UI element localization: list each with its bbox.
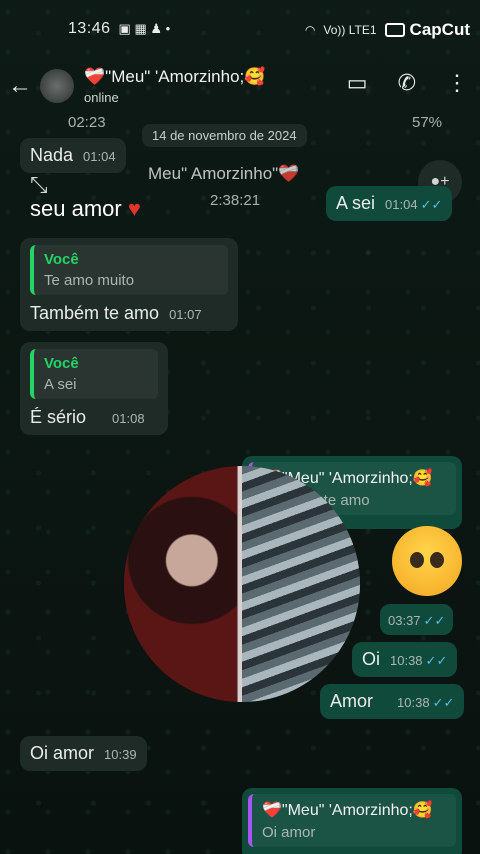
phone-icon[interactable]: ✆ [398,70,416,96]
status-time: 13:46 [68,20,111,37]
contact-status: online [84,90,119,105]
date-separator: 14 de novembro de 2024 [142,124,307,147]
double-check-icon: ✓✓ [423,613,446,628]
message-outgoing[interactable]: A sei 01:04 ✓✓ [326,186,453,221]
video-call-icon[interactable]: ▭ [347,70,368,96]
message-incoming[interactable]: Nada 01:04 [20,138,126,173]
message-outgoing[interactable]: Amor 10:38 ✓✓ [320,684,465,719]
collapse-icon[interactable]: ⤡ [30,172,48,198]
capcut-logo-icon [384,23,405,37]
message-outgoing-time[interactable]: 03:37 ✓✓ [380,604,454,635]
overlay-call-time: 2:38:21 [210,192,261,209]
status-icons: ▣ ▦ ♟ • [118,21,171,36]
contact-name: ❤️‍🩹"Meu" 'Amorzinho;🥰 [84,67,266,86]
message-text: É sério [30,407,87,427]
quoted-message[interactable]: Você Te amo muito [30,245,228,295]
photo-right [242,466,360,702]
message-text: Nada [30,145,74,165]
capcut-watermark: CapCut [384,20,470,40]
message-incoming[interactable]: Oi amor 10:39 [20,736,147,771]
contact-info[interactable]: ❤️‍🩹"Meu" 'Amorzinho;🥰 online [84,67,265,105]
more-vert-icon[interactable]: ⋮ [446,70,468,96]
overlay-caption: seu amor ♥ [30,196,141,221]
quoted-message[interactable]: ❤️‍🩹"Meu" 'Amorzinho;🥰 Oi amor [248,794,456,847]
network-label: Vo)) LTE1 [323,23,377,37]
video-note-image[interactable] [124,466,360,702]
message-outgoing-reply[interactable]: ❤️‍🩹"Meu" 'Amorzinho;🥰 Oi amor [242,788,462,854]
back-arrow-icon[interactable]: ← [0,72,40,100]
message-text: A sei [336,193,376,213]
overlay-battery: 57% [412,114,443,131]
wifi-icon: ◠ [304,23,316,37]
overlay-contact-name: Meu" Amorzinho"❤️‍🩹 [148,164,300,183]
message-outgoing[interactable]: Oi 10:38 ✓✓ [352,642,458,677]
pleading-face-emoji [392,526,462,596]
chat-header: ← ❤️‍🩹"Meu" 'Amorzinho;🥰 online ▭ ✆ ⋮ [0,58,480,114]
photo-left [124,466,238,702]
heart-icon: ♥ [127,196,141,221]
avatar[interactable] [40,69,74,103]
message-incoming-reply[interactable]: Você A sei É sério 01:08 [20,342,168,435]
message-text: Também te amo [30,303,160,323]
message-time: 01:04 [83,149,116,164]
header-actions: ▭ ✆ ⋮ [347,70,468,96]
message-incoming-reply[interactable]: Você Te amo muito Também te amo 01:07 [20,238,238,331]
quoted-message[interactable]: Você A sei [30,349,158,399]
double-check-icon: ✓✓ [432,695,455,710]
double-check-icon: ✓✓ [420,197,443,212]
status-right: ◠ Vo)) LTE1 CapCut [305,20,470,40]
double-check-icon: ✓✓ [425,653,448,668]
overlay-time: 02:23 [68,114,106,131]
